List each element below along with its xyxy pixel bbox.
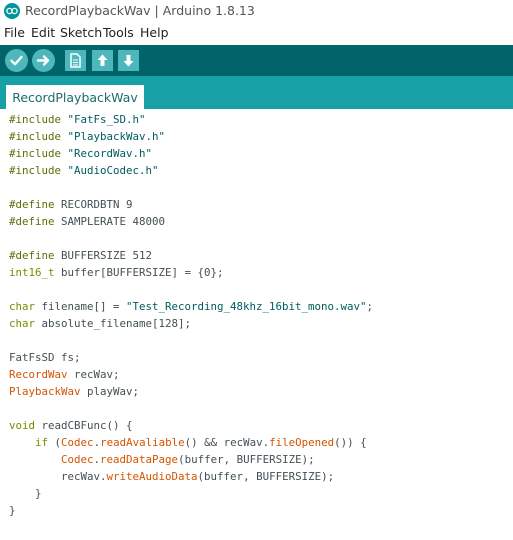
code-line: #define SAMPLERATE 48000 — [9, 215, 166, 228]
code-line: void readCBFunc() { — [9, 419, 133, 432]
code-line: recWav.writeAudioData(buffer, BUFFERSIZE… — [9, 470, 335, 483]
menu-edit[interactable]: Edit — [31, 25, 55, 40]
code-line: char absolute_filename[128]; — [9, 317, 192, 330]
toolbar — [0, 45, 513, 76]
upload-button[interactable] — [32, 49, 55, 72]
code-line: if (Codec.readAvaliable() && recWav.file… — [35, 436, 367, 449]
menu-bar: File Edit Sketch Tools Help — [0, 24, 513, 43]
open-icon — [97, 54, 108, 66]
code-line: #include "PlaybackWav.h" — [9, 130, 166, 143]
code-line: #include "AudioCodec.h" — [9, 164, 159, 177]
code-line: #include "RecordWav.h" — [9, 147, 153, 160]
upload-icon — [36, 55, 50, 66]
code-line: FatFsSD fs; — [9, 351, 81, 364]
code-line: #define RECORDBTN 9 — [9, 198, 133, 211]
code-line: #include "FatFs_SD.h" — [9, 113, 146, 126]
menu-file[interactable]: File — [4, 25, 25, 40]
verify-icon — [10, 55, 23, 66]
code-line: int16_t buffer[BUFFERSIZE] = {0}; — [9, 266, 224, 279]
menu-sketch[interactable]: Sketch — [60, 25, 102, 40]
code-editor[interactable]: #include "FatFs_SD.h" #include "Playback… — [0, 109, 513, 540]
window-title: RecordPlaybackWav | Arduino 1.8.13 — [25, 3, 255, 18]
verify-button[interactable] — [5, 49, 28, 72]
menu-tools[interactable]: Tools — [103, 25, 134, 40]
title-bar: RecordPlaybackWav | Arduino 1.8.13 — [0, 0, 513, 22]
code-line: RecordWav recWav; — [9, 368, 120, 381]
menu-help[interactable]: Help — [140, 25, 169, 40]
code-line: Codec.readDataPage(buffer, BUFFERSIZE); — [61, 453, 315, 466]
open-button[interactable] — [92, 50, 113, 71]
code-line: char filename[] = "Test_Recording_48khz_… — [9, 300, 374, 313]
code-line: PlaybackWav playWav; — [9, 385, 140, 398]
code-line: } — [9, 504, 16, 517]
new-button[interactable] — [65, 50, 86, 71]
arduino-logo-icon — [4, 3, 20, 19]
tab-label: RecordPlaybackWav — [12, 90, 138, 105]
code-line: } — [9, 487, 42, 500]
save-button[interactable] — [118, 50, 139, 71]
code-line: #define BUFFERSIZE 512 — [9, 249, 153, 262]
tab-strip: RecordPlaybackWav — [0, 76, 513, 109]
new-icon — [70, 53, 81, 68]
save-icon — [123, 55, 134, 67]
tab-recordplaybackwav[interactable]: RecordPlaybackWav — [6, 85, 144, 109]
